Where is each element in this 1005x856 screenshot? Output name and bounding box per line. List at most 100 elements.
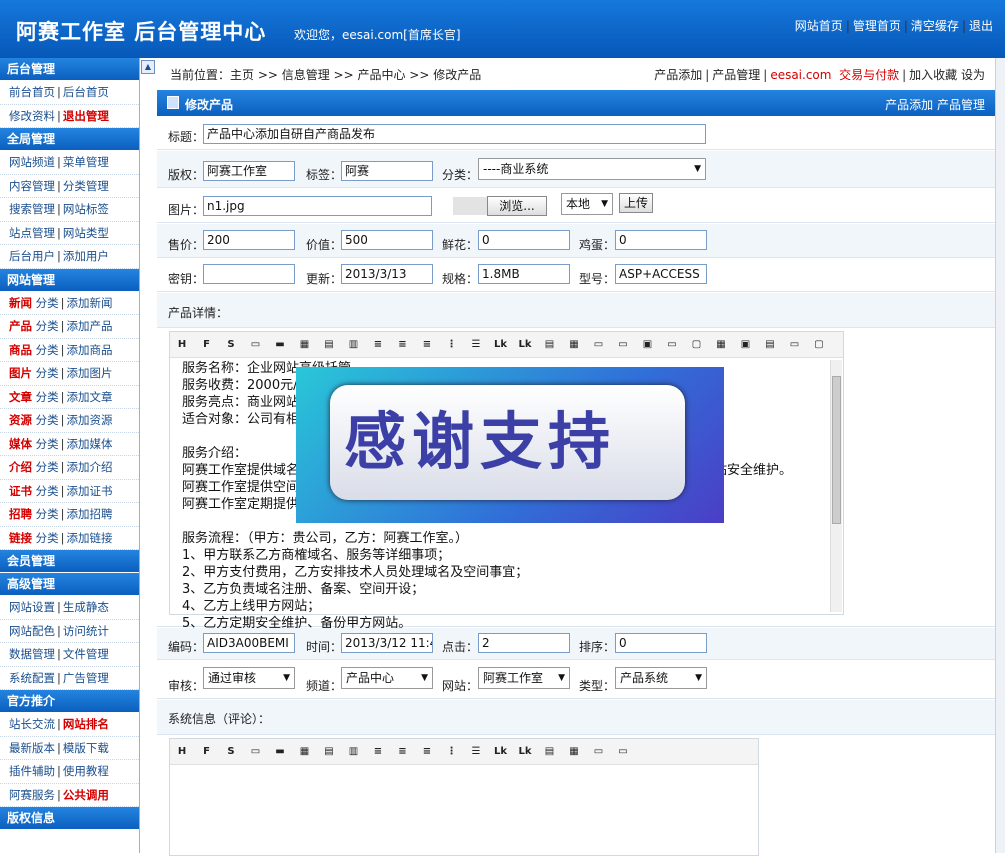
toolbar-button-icon[interactable]: ▦ [297, 744, 313, 759]
toolbar-button-icon[interactable]: ▦ [713, 337, 729, 352]
sidebar-link[interactable]: 分类 [36, 390, 59, 404]
toolbar-button-icon[interactable]: S [223, 744, 239, 759]
toolbar-button-icon[interactable]: ▤ [321, 744, 337, 759]
sidebar-link[interactable]: 分类 [36, 484, 59, 498]
browse-button[interactable]: 浏览... [487, 196, 547, 216]
copyright-input[interactable]: 阿赛工作室 [203, 161, 295, 181]
toolbar-button-icon[interactable]: S [223, 337, 239, 352]
sidebar-link[interactable]: 前台首页 [9, 85, 55, 99]
sidebar-link[interactable]: 链接 [9, 531, 32, 545]
toolbar-button-icon[interactable]: ▥ [346, 744, 362, 759]
link-admin-home[interactable]: 管理首页 [853, 19, 901, 33]
sidebar-link[interactable]: 站长交流 [9, 717, 55, 731]
flower-input[interactable]: 0 [478, 230, 570, 250]
sidebar-link[interactable]: 添加产品 [67, 319, 113, 333]
sidebar-link[interactable]: 网站标签 [63, 202, 109, 216]
toolbar-button-icon[interactable]: ▬ [272, 337, 288, 352]
sidebar-section-title[interactable]: 后台管理 [0, 58, 139, 81]
sidebar-link[interactable]: 搜索管理 [9, 202, 55, 216]
sidebar-link[interactable]: 文章 [9, 390, 32, 404]
audit-select[interactable]: 通过审核 ▼ [203, 667, 295, 689]
sidebar-link[interactable]: 分类 [36, 531, 59, 545]
toolbar-button-icon[interactable]: ▣ [738, 337, 754, 352]
toolbar-button-icon[interactable]: ▭ [615, 337, 631, 352]
toolbar-button-icon[interactable]: ☰ [468, 744, 484, 759]
sidebar-link[interactable]: 网站设置 [9, 600, 55, 614]
sidebar-link[interactable]: 插件辅助 [9, 764, 55, 778]
sidebar-link[interactable]: 媒体 [9, 437, 32, 451]
sidebar-link[interactable]: 分类 [36, 366, 59, 380]
sidebar-link[interactable]: 站点管理 [9, 226, 55, 240]
sidebar-link[interactable]: 添加介绍 [67, 460, 113, 474]
link-favorite[interactable]: 加入收藏 设为 [909, 68, 985, 82]
toolbar-button-icon[interactable]: ▢ [811, 337, 827, 352]
image-input[interactable]: n1.jpg [203, 196, 432, 216]
sidebar-link[interactable]: 添加证书 [67, 484, 113, 498]
sidebar-link[interactable]: 网站类型 [63, 226, 109, 240]
sidebar-link[interactable]: 修改资料 [9, 109, 55, 123]
toolbar-button-icon[interactable]: ▤ [542, 744, 558, 759]
sidebar-link[interactable]: 分类 [36, 319, 59, 333]
panel-header-links[interactable]: 产品添加 产品管理 [885, 96, 985, 113]
key-input[interactable] [203, 264, 295, 284]
sidebar-link[interactable]: 分类 [36, 437, 59, 451]
spec-input[interactable]: 1.8MB [478, 264, 570, 284]
sidebar-link[interactable]: 添加新闻 [67, 296, 113, 310]
sidebar-section-title[interactable]: 版权信息 [0, 807, 139, 830]
toolbar-button-icon[interactable]: ▭ [787, 337, 803, 352]
update-input[interactable]: 2013/3/13 [341, 264, 433, 284]
toolbar-button-icon[interactable]: ▭ [248, 744, 264, 759]
toolbar-button-icon[interactable]: ≡ [419, 744, 435, 759]
title-input[interactable]: 产品中心添加自研自产商品发布 [203, 124, 706, 144]
toolbar-button-icon[interactable]: ▢ [689, 337, 705, 352]
sidebar-link[interactable]: 添加用户 [63, 249, 109, 263]
toolbar-button-icon[interactable]: ▭ [664, 337, 680, 352]
sidebar-link[interactable]: 分类 [36, 343, 59, 357]
sidebar-section-title[interactable]: 全局管理 [0, 128, 139, 151]
price-input[interactable]: 200 [203, 230, 295, 250]
sidebar-link[interactable]: 访问统计 [63, 624, 109, 638]
sidebar-link[interactable]: 文件管理 [63, 647, 109, 661]
scrollbar-thumb[interactable] [832, 376, 841, 524]
site-select[interactable]: 阿赛工作室 ▼ [478, 667, 570, 689]
toolbar-button-icon[interactable]: ▤ [762, 337, 778, 352]
toolbar-button-icon[interactable]: ≡ [419, 337, 435, 352]
toolbar-button-icon[interactable]: Lk [517, 337, 533, 352]
sidebar-link[interactable]: 分类 [36, 413, 59, 427]
sidebar-link[interactable]: 产品 [9, 319, 32, 333]
toolbar-button-icon[interactable]: ≡ [395, 744, 411, 759]
sidebar-link[interactable]: 分类 [36, 507, 59, 521]
toolbar-button-icon[interactable]: ▦ [566, 744, 582, 759]
sidebar-link[interactable]: 后台首页 [63, 85, 109, 99]
sidebar-link[interactable]: 添加图片 [67, 366, 113, 380]
upload-button[interactable]: 上传 [619, 193, 653, 213]
toolbar-button-icon[interactable]: ▦ [566, 337, 582, 352]
toolbar-button-icon[interactable]: ⋮ [444, 744, 460, 759]
toolbar-button-icon[interactable]: H [174, 744, 190, 759]
toolbar-button-icon[interactable]: ≡ [395, 337, 411, 352]
code-input[interactable]: AID3A00BEMI [203, 633, 295, 653]
toolbar-button-icon[interactable]: ▭ [591, 337, 607, 352]
link-site-home[interactable]: 网站首页 [795, 19, 843, 33]
toolbar-button-icon[interactable]: ▭ [248, 337, 264, 352]
sidebar-link[interactable]: 添加文章 [67, 390, 113, 404]
sidebar-link[interactable]: 添加链接 [67, 531, 113, 545]
sidebar-link[interactable]: 资源 [9, 413, 32, 427]
sidebar-link[interactable]: 分类 [36, 460, 59, 474]
link-clear-cache[interactable]: 清空缓存 [911, 19, 959, 33]
link-logout[interactable]: 退出 [969, 19, 993, 33]
sidebar-link[interactable]: 阿赛服务 [9, 788, 55, 802]
category-select[interactable]: ----商业系统 ▼ [478, 158, 706, 180]
sidebar-section-title[interactable]: 高级管理 [0, 573, 139, 596]
toolbar-button-icon[interactable]: ▤ [542, 337, 558, 352]
toolbar-button-icon[interactable]: Lk [493, 744, 509, 759]
order-input[interactable]: 0 [615, 633, 707, 653]
tag-input[interactable]: 阿赛 [341, 161, 433, 181]
sidebar-link[interactable]: 广告管理 [63, 671, 109, 685]
link-eesai[interactable]: eesai.com [770, 68, 831, 82]
sidebar-link[interactable]: 退出管理 [63, 109, 109, 123]
sidebar-link[interactable]: 生成静态 [63, 600, 109, 614]
toolbar-button-icon[interactable]: ▣ [640, 337, 656, 352]
toolbar-button-icon[interactable]: ☰ [468, 337, 484, 352]
sidebar-link[interactable]: 系统配置 [9, 671, 55, 685]
